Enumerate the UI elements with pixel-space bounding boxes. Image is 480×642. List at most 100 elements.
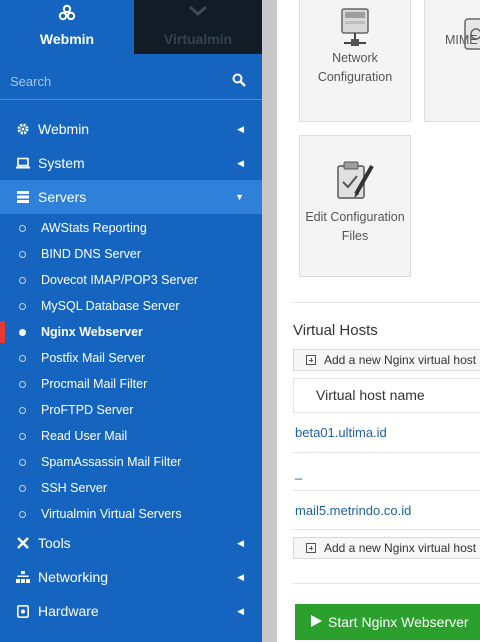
start-nginx-button[interactable]: Start Nginx Webserver bbox=[295, 604, 480, 640]
sidebar-item-label: Nginx Webserver bbox=[41, 325, 143, 339]
sidebar-item-mysql[interactable]: MySQL Database Server bbox=[0, 293, 262, 319]
network-server-icon bbox=[300, 7, 410, 49]
chevron-down-icon bbox=[134, 4, 262, 24]
bullet-icon bbox=[19, 432, 26, 440]
caret-left-icon: ◀ bbox=[237, 537, 244, 548]
bullet-icon bbox=[19, 406, 26, 414]
bullet-icon bbox=[19, 328, 26, 336]
sitemap-icon bbox=[15, 571, 31, 583]
start-nginx-label: Start Nginx Webserver bbox=[328, 614, 469, 630]
sidebar-item-label: AWStats Reporting bbox=[41, 221, 147, 235]
column-virtual-host-name: Virtual host name bbox=[316, 387, 425, 403]
server-icon bbox=[15, 191, 31, 203]
webmin-logo-icon bbox=[0, 4, 134, 24]
virtual-hosts-title: Virtual Hosts bbox=[293, 322, 378, 339]
add-virtual-host-button-top[interactable]: Add a new Nginx virtual host bbox=[293, 349, 480, 371]
sidebar-item-postfix[interactable]: Postfix Mail Server bbox=[0, 345, 262, 371]
caret-left-icon: ◀ bbox=[237, 605, 244, 616]
virtual-host-link[interactable]: _ bbox=[295, 465, 302, 480]
caret-down-icon: ▼ bbox=[235, 192, 244, 202]
sidebar-item-label: Read User Mail bbox=[41, 429, 128, 443]
sidebar-item-awstats[interactable]: AWStats Reporting bbox=[0, 215, 262, 241]
table-header-row: Virtual host name bbox=[293, 378, 480, 412]
bullet-icon bbox=[19, 354, 26, 362]
menu-hardware-label: Hardware bbox=[38, 603, 99, 619]
sidebar-item-read-user-mail[interactable]: Read User Mail bbox=[0, 423, 262, 449]
menu-tools[interactable]: Tools ◀ bbox=[0, 526, 262, 560]
section-divider bbox=[293, 583, 480, 584]
sidebar-item-label: BIND DNS Server bbox=[41, 247, 142, 261]
sidebar-item-label: SSH Server bbox=[41, 481, 107, 495]
tile-network-configuration[interactable]: Network Configuration bbox=[299, 0, 411, 122]
tile-network-line2: Configuration bbox=[317, 70, 393, 84]
caret-left-icon: ◀ bbox=[237, 157, 244, 168]
bullet-icon bbox=[19, 302, 26, 310]
menu-networking[interactable]: Networking ◀ bbox=[0, 560, 262, 594]
sidebar-item-label: SpamAssassin Mail Filter bbox=[41, 455, 182, 469]
sidebar-item-label: ProFTPD Server bbox=[41, 403, 134, 417]
bullet-icon bbox=[19, 510, 26, 518]
tile-edit-configuration-files[interactable]: Edit Configuration Files bbox=[299, 135, 411, 277]
gear-icon bbox=[15, 123, 31, 135]
bullet-icon bbox=[19, 250, 26, 258]
add-virtual-host-button-bottom[interactable]: Add a new Nginx virtual host bbox=[293, 537, 480, 559]
virtualmin-switch-label: Virtualmin bbox=[163, 31, 233, 47]
plus-square-icon bbox=[306, 543, 316, 553]
sidebar-item-label: MySQL Database Server bbox=[41, 299, 180, 313]
tile-network-line1: Network bbox=[332, 51, 378, 65]
menu-servers[interactable]: Servers ▼ bbox=[0, 180, 262, 214]
tile-edit-line1: Edit Configuration bbox=[305, 210, 405, 224]
menu-webmin[interactable]: Webmin ◀ bbox=[0, 112, 262, 146]
webmin-switch-label: Webmin bbox=[39, 31, 95, 47]
add-virtual-host-label: Add a new Nginx virtual host bbox=[324, 541, 477, 555]
sidebar-item-procmail[interactable]: Procmail Mail Filter bbox=[0, 371, 262, 397]
sidebar-item-spamassassin[interactable]: SpamAssassin Mail Filter bbox=[0, 449, 262, 475]
sidebar: Webmin Virtualmin Webmin ◀ System ◀ S bbox=[0, 0, 262, 642]
tile-mime-label: MIME bbox=[445, 33, 478, 47]
menu-webmin-label: Webmin bbox=[38, 121, 90, 137]
search-input[interactable] bbox=[10, 70, 220, 92]
caret-left-icon: ◀ bbox=[237, 571, 244, 582]
bullet-icon bbox=[19, 380, 26, 388]
tile-mime[interactable]: MIME bbox=[424, 0, 480, 122]
tile-edit-line2: Files bbox=[341, 229, 369, 243]
sidebar-item-ssh[interactable]: SSH Server bbox=[0, 475, 262, 501]
product-switch: Webmin Virtualmin bbox=[0, 0, 262, 54]
menu-tools-label: Tools bbox=[38, 535, 71, 551]
sidebar-item-label: Procmail Mail Filter bbox=[41, 377, 148, 391]
bullet-icon bbox=[19, 276, 26, 284]
bullet-icon bbox=[19, 484, 26, 492]
sidebar-item-label: Postfix Mail Server bbox=[41, 351, 146, 365]
virtual-host-link[interactable]: beta01.ultima.id bbox=[295, 425, 387, 440]
bullet-icon bbox=[19, 224, 26, 232]
sidebar-item-dovecot[interactable]: Dovecot IMAP/POP3 Server bbox=[0, 267, 262, 293]
laptop-icon bbox=[15, 157, 31, 169]
table-row: beta01.ultima.id bbox=[293, 412, 480, 452]
menu-system[interactable]: System ◀ bbox=[0, 146, 262, 180]
add-virtual-host-label: Add a new Nginx virtual host bbox=[324, 353, 477, 367]
hdd-icon bbox=[15, 604, 31, 618]
play-icon bbox=[311, 614, 322, 630]
edit-clipboard-icon bbox=[300, 158, 410, 202]
plus-square-icon bbox=[306, 355, 316, 365]
tools-icon bbox=[15, 536, 31, 550]
sidebar-item-nginx[interactable]: Nginx Webserver bbox=[0, 319, 262, 345]
caret-left-icon: ◀ bbox=[237, 123, 244, 134]
virtualmin-switch-tab[interactable]: Virtualmin bbox=[134, 0, 262, 54]
menu-servers-label: Servers bbox=[38, 189, 87, 205]
scroll-divider bbox=[262, 0, 277, 642]
sidebar-item-label: Dovecot IMAP/POP3 Server bbox=[41, 273, 199, 287]
sidebar-item-bind-dns[interactable]: BIND DNS Server bbox=[0, 241, 262, 267]
main-content: Network Configuration MIME Edit Configur… bbox=[277, 0, 480, 642]
webmin-switch-tab[interactable]: Webmin bbox=[0, 0, 134, 54]
sidebar-search bbox=[0, 62, 262, 100]
table-row: mail5.metrindo.co.id bbox=[293, 490, 480, 530]
sidebar-item-virtualmin-servers[interactable]: Virtualmin Virtual Servers bbox=[0, 501, 262, 527]
search-icon[interactable] bbox=[232, 73, 246, 92]
menu-networking-label: Networking bbox=[38, 569, 109, 585]
table-row: _ bbox=[293, 452, 480, 490]
sidebar-item-proftpd[interactable]: ProFTPD Server bbox=[0, 397, 262, 423]
virtual-host-link[interactable]: mail5.metrindo.co.id bbox=[295, 503, 411, 518]
menu-hardware[interactable]: Hardware ◀ bbox=[0, 594, 262, 628]
menu-system-label: System bbox=[38, 155, 85, 171]
